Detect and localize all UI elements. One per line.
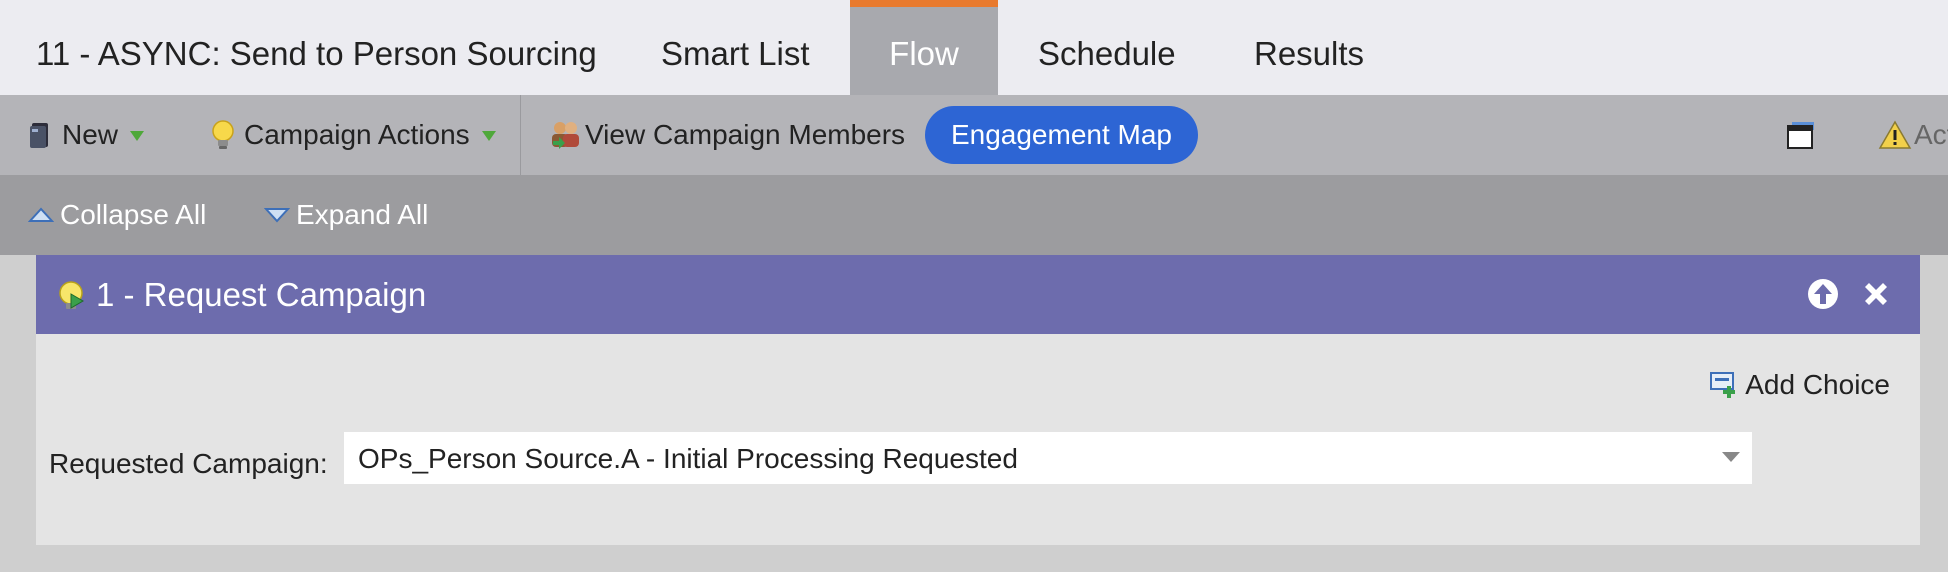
tab-results[interactable]: Results <box>1254 0 1364 95</box>
view-campaign-members-label: View Campaign Members <box>585 119 906 150</box>
window-icon <box>1787 122 1814 149</box>
toolbar-divider <box>520 95 521 175</box>
new-label: New <box>62 119 119 150</box>
view-campaign-members-button[interactable]: View Campaign Members <box>549 95 905 175</box>
tab-bar: 11 - ASYNC: Send to Person Sourcing Smar… <box>0 0 1948 95</box>
members-icon <box>552 122 579 149</box>
window-button[interactable] <box>1786 95 1816 175</box>
flow-step-title: 1 - Request Campaign <box>96 276 427 313</box>
toolbar: New Campaign Actions View Campaign Membe… <box>0 95 1948 175</box>
expand-all-label: Expand All <box>296 199 429 230</box>
move-up-icon[interactable] <box>1806 277 1840 311</box>
tab-schedule[interactable]: Schedule <box>1038 0 1176 95</box>
tab-smart-list[interactable]: Smart List <box>661 0 810 95</box>
tab-campaign-name[interactable]: 11 - ASYNC: Send to Person Sourcing <box>36 0 597 95</box>
flow-step-panel: 1 - Request Campaign Add Choice Requeste… <box>36 255 1920 545</box>
requested-campaign-label: Requested Campaign: <box>49 448 328 479</box>
activity-log-label: Act <box>1914 119 1948 150</box>
chevron-down-icon <box>1722 452 1740 462</box>
add-choice-icon <box>1710 372 1736 398</box>
tab-flow[interactable]: Flow <box>850 0 998 95</box>
engagement-map-button[interactable]: Engagement Map <box>925 106 1198 164</box>
collapse-all-button[interactable]: Collapse All <box>28 175 206 255</box>
collapse-up-icon <box>28 207 54 222</box>
expand-all-button[interactable]: Expand All <box>264 175 428 255</box>
requested-campaign-value: OPs_Person Source.A - Initial Processing… <box>358 443 1018 474</box>
warning-icon <box>1878 120 1912 149</box>
chevron-down-icon <box>130 131 145 141</box>
expand-down-icon <box>264 208 290 223</box>
add-choice-button[interactable]: Add Choice <box>1709 363 1890 407</box>
new-icon <box>30 123 48 148</box>
new-menu[interactable]: New <box>28 95 145 175</box>
close-icon[interactable] <box>1860 278 1892 310</box>
collapse-bar: Collapse All Expand All <box>0 175 1948 255</box>
lightbulb-icon <box>212 120 234 149</box>
activity-log-button[interactable]: Act <box>1878 95 1948 175</box>
requested-campaign-select[interactable]: OPs_Person Source.A - Initial Processing… <box>344 432 1752 484</box>
chevron-down-icon <box>481 131 496 141</box>
campaign-actions-menu[interactable]: Campaign Actions <box>210 95 496 175</box>
campaign-actions-label: Campaign Actions <box>244 119 470 150</box>
collapse-all-label: Collapse All <box>60 199 207 230</box>
request-campaign-icon <box>59 281 84 309</box>
flow-step-header: 1 - Request Campaign <box>36 255 1920 334</box>
add-choice-label: Add Choice <box>1745 369 1890 400</box>
